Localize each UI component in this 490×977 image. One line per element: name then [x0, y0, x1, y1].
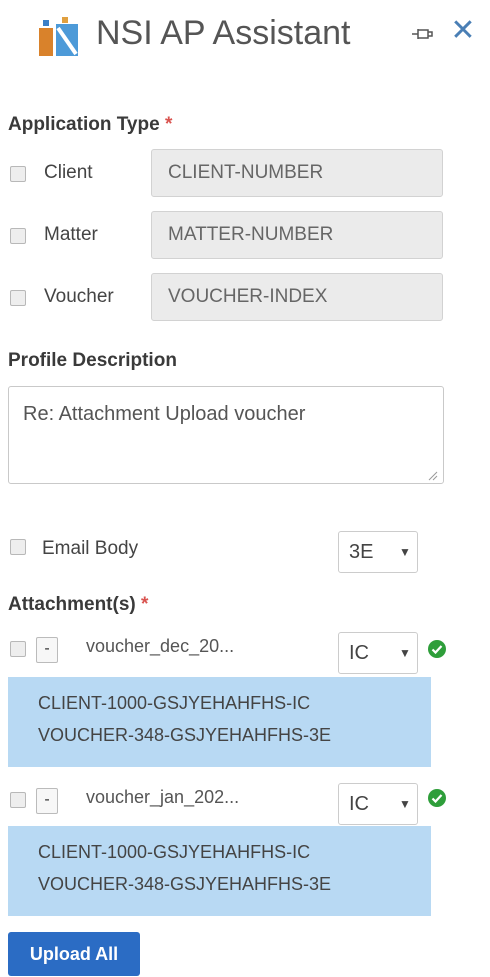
check-circle-icon: [428, 789, 446, 807]
attachments-label: Attachment(s) *: [8, 594, 148, 616]
voucher-index-field: VOUCHER-INDEX: [151, 273, 443, 321]
app-logo: [36, 14, 82, 60]
attachment-type-select[interactable]: IC ▼: [338, 632, 418, 674]
attachment-info-line: VOUCHER-348-GSJYEHAHFHS-3E: [38, 874, 332, 894]
required-mark: *: [141, 594, 149, 615]
chevron-down-icon: ▼: [399, 646, 411, 660]
client-number-field: CLIENT-NUMBER: [151, 149, 443, 197]
attachments-label-text: Attachment(s): [8, 594, 136, 615]
remove-attachment-button[interactable]: -: [36, 788, 58, 814]
close-icon[interactable]: ✕: [446, 14, 480, 48]
attachment-info-line: CLIENT-1000-GSJYEHAHFHS-IC: [38, 693, 311, 713]
application-type-label: Application Type *: [8, 114, 172, 136]
client-checkbox[interactable]: [10, 166, 26, 182]
app-title: NSI AP Assistant: [96, 14, 351, 52]
matter-number-field: MATTER-NUMBER: [151, 211, 443, 259]
attachment-info-box: CLIENT-1000-GSJYEHAHFHS-IC VOUCHER-348-G…: [8, 677, 431, 767]
attachment-info-box: CLIENT-1000-GSJYEHAHFHS-IC VOUCHER-348-G…: [8, 826, 431, 916]
required-mark: *: [164, 114, 173, 135]
attachment-type-select-value: IC: [349, 642, 369, 664]
application-type-label-text: Application Type: [8, 114, 160, 135]
resize-grip-icon[interactable]: [426, 468, 438, 481]
matter-label: Matter: [44, 224, 98, 245]
attachment-checkbox[interactable]: [10, 641, 26, 657]
chevron-down-icon: ▼: [399, 545, 411, 559]
email-body-select[interactable]: 3E ▼: [338, 531, 418, 573]
remove-attachment-button[interactable]: -: [36, 637, 58, 663]
client-label: Client: [44, 162, 93, 183]
voucher-checkbox[interactable]: [10, 290, 26, 306]
voucher-label: Voucher: [44, 286, 114, 307]
pin-icon[interactable]: [408, 20, 436, 48]
attachment-file-name: voucher_jan_202...: [86, 787, 240, 807]
attachment-info-line: VOUCHER-348-GSJYEHAHFHS-3E: [38, 725, 332, 745]
attachment-type-select[interactable]: IC ▼: [338, 783, 418, 825]
check-circle-icon: [428, 640, 446, 658]
matter-checkbox[interactable]: [10, 228, 26, 244]
attachment-file-name: voucher_dec_20...: [86, 636, 235, 656]
attachment-checkbox[interactable]: [10, 792, 26, 808]
profile-description-textarea[interactable]: Re: Attachment Upload voucher: [8, 386, 444, 484]
attachment-info-line: CLIENT-1000-GSJYEHAHFHS-IC: [38, 842, 311, 862]
upload-all-button[interactable]: Upload All: [8, 932, 140, 976]
attachment-type-select-value: IC: [349, 793, 369, 815]
profile-description-label: Profile Description: [8, 350, 177, 371]
email-body-select-value: 3E: [349, 541, 374, 563]
chevron-down-icon: ▼: [399, 797, 411, 811]
email-body-checkbox[interactable]: [10, 539, 26, 555]
email-body-label: Email Body: [42, 538, 139, 559]
